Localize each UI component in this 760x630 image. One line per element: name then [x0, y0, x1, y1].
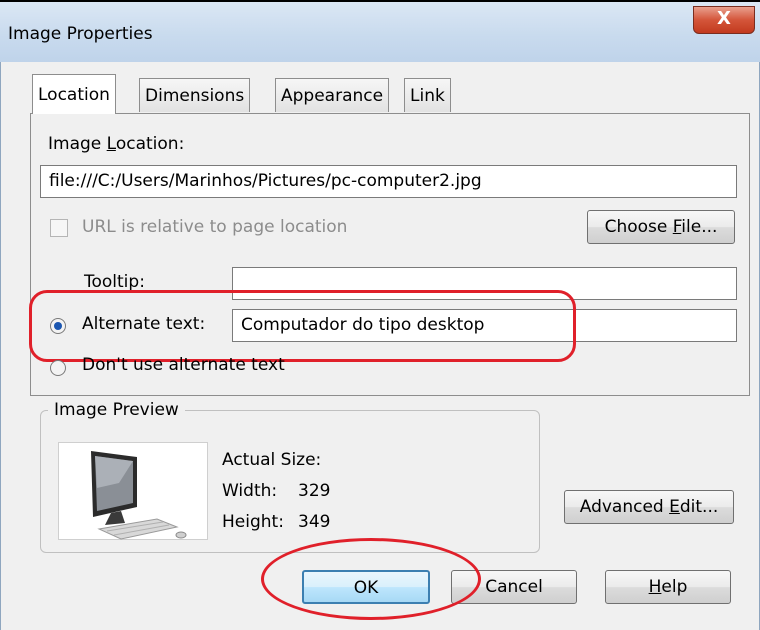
title-bar[interactable]: Image Properties X — [0, 2, 760, 62]
tab-link-label: Link — [410, 86, 445, 106]
tab-location[interactable]: Location — [32, 74, 116, 114]
tab-appearance[interactable]: Appearance — [275, 78, 390, 112]
height-value: 349 — [298, 512, 331, 532]
tooltip-input[interactable] — [232, 267, 737, 300]
tab-appearance-label: Appearance — [281, 86, 384, 106]
window-title: Image Properties — [8, 24, 153, 44]
width-value: 329 — [298, 481, 331, 501]
advanced-edit-button[interactable]: Advanced Edit... — [564, 490, 734, 524]
url-relative-label: URL is relative to page location — [82, 217, 348, 237]
ok-button[interactable]: OK — [302, 570, 430, 604]
location-panel — [30, 113, 750, 396]
alternate-text-label: Alternate text: — [82, 314, 206, 334]
image-location-input[interactable]: file:///C:/Users/Marinhos/Pictures/pc-co… — [40, 165, 737, 198]
tooltip-label: Tooltip: — [84, 272, 145, 292]
choose-file-button[interactable]: Choose File... — [587, 210, 735, 244]
no-alternate-text-radio[interactable] — [50, 360, 66, 376]
help-button[interactable]: Help — [605, 570, 731, 604]
close-button[interactable]: X — [693, 6, 755, 34]
tab-location-label: Location — [38, 85, 110, 105]
tab-dimensions-label: Dimensions — [145, 86, 245, 106]
url-relative-checkbox[interactable] — [50, 219, 68, 237]
close-icon: X — [717, 8, 731, 29]
height-label: Height: — [222, 512, 284, 532]
alternate-text-radio[interactable] — [50, 318, 66, 334]
width-label: Width: — [222, 481, 278, 501]
tab-dimensions[interactable]: Dimensions — [139, 78, 251, 112]
no-alternate-text-label: Don't use alternate text — [82, 355, 285, 375]
alternate-text-input[interactable]: Computador do tipo desktop — [232, 309, 737, 342]
cancel-button[interactable]: Cancel — [451, 570, 577, 604]
tab-link[interactable]: Link — [404, 78, 451, 112]
image-preview-legend: Image Preview — [48, 400, 185, 420]
image-location-label: Image Location: — [48, 134, 185, 154]
image-preview-thumbnail — [58, 442, 208, 540]
desktop-computer-icon — [91, 451, 187, 540]
actual-size-label: Actual Size: — [222, 450, 322, 470]
